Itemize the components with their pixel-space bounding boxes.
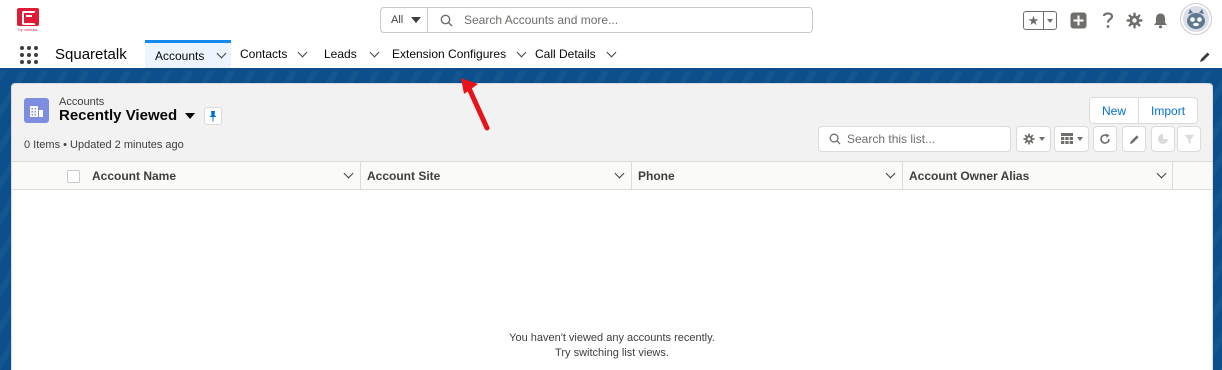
caret-down-icon[interactable] [185, 112, 196, 119]
logo-mark-icon [17, 8, 39, 26]
table-icon [1060, 133, 1073, 144]
caret-down-icon [1076, 137, 1083, 141]
list-status-text: 0 Items • Updated 2 minutes ago [24, 139, 184, 151]
empty-state-message: You haven't viewed any accounts recently… [12, 331, 1212, 361]
chevron-down-icon[interactable] [216, 48, 227, 59]
tab-accounts[interactable]: Accounts [145, 40, 231, 68]
empty-state-line-1: You haven't viewed any accounts recently… [509, 332, 715, 344]
column-account-owner-alias[interactable]: Account Owner Alias [902, 162, 1173, 189]
column-actions [1172, 162, 1212, 189]
search-icon [829, 133, 841, 145]
search-input[interactable]: Search Accounts and more... [464, 8, 618, 32]
tab-leads[interactable]: Leads [324, 40, 380, 68]
tab-call-details[interactable]: Call Details [535, 40, 617, 68]
tab-contacts[interactable]: Contacts [240, 40, 308, 68]
search-scope-label: All [391, 14, 404, 26]
column-label: Account Site [367, 168, 441, 183]
empty-state-line-2: Try switching list views. [555, 347, 669, 359]
column-label: Account Owner Alias [909, 168, 1030, 183]
table-header: Account Name Account Site Phone Account … [12, 162, 1212, 190]
column-label: Phone [638, 168, 675, 183]
tab-label: Leads [324, 47, 357, 61]
favorites-button[interactable]: ★ [1023, 11, 1057, 30]
charts-button[interactable] [1151, 126, 1175, 152]
list-actions: New Import [1089, 97, 1199, 124]
list-search-placeholder: Search this list... [847, 132, 936, 146]
chevron-down-icon[interactable] [1156, 168, 1167, 179]
user-avatar[interactable] [1181, 4, 1211, 34]
tab-extension-configures[interactable]: Extension Configures [392, 40, 527, 68]
chevron-down-icon[interactable] [885, 168, 896, 179]
tab-label: Contacts [240, 47, 288, 61]
notifications-bell-icon[interactable] [1151, 11, 1169, 29]
account-object-icon [24, 98, 49, 123]
annotation-arrow-icon [461, 78, 490, 131]
column-phone[interactable]: Phone [631, 162, 902, 189]
chevron-down-icon[interactable] [614, 168, 625, 179]
refresh-button[interactable] [1093, 126, 1117, 152]
app-name: Squaretalk [55, 46, 127, 63]
global-header: by ameba All Search Accounts and more...… [0, 0, 1222, 40]
tab-label: Accounts [155, 48, 205, 63]
list-search-input[interactable]: Search this list... [818, 126, 1011, 152]
chevron-down-icon[interactable] [516, 47, 527, 57]
list-view-header: Accounts Recently Viewed 0 Items • Updat… [12, 84, 1212, 162]
caret-down-icon [411, 17, 422, 23]
pencil-icon [1129, 134, 1139, 144]
column-account-name[interactable]: Account Name [86, 162, 360, 189]
column-label: Account Name [92, 168, 177, 183]
search-scope-dropdown[interactable]: All [381, 8, 428, 32]
list-view-selector[interactable]: Recently Viewed [59, 107, 196, 124]
import-button[interactable]: Import [1138, 98, 1197, 123]
tab-label: Call Details [535, 47, 596, 61]
select-all-checkbox[interactable] [67, 170, 80, 183]
help-icon[interactable] [1099, 11, 1117, 29]
global-search: All Search Accounts and more... [380, 7, 813, 33]
pin-icon [209, 111, 217, 122]
refresh-icon [1100, 133, 1110, 144]
list-view-title: Recently Viewed [59, 107, 178, 124]
app-logo[interactable]: by ameba [17, 8, 39, 32]
favorites-dropdown[interactable] [1044, 12, 1056, 29]
pin-list-view-button[interactable] [204, 107, 222, 125]
display-as-table-button[interactable] [1054, 126, 1089, 152]
search-icon [428, 8, 464, 32]
caret-down-icon [1038, 137, 1045, 141]
app-launcher-icon[interactable] [20, 46, 38, 64]
star-icon[interactable]: ★ [1024, 12, 1044, 29]
logo-subtext: by ameba [18, 27, 38, 32]
filter-icon [1183, 134, 1195, 144]
gear-icon [1022, 133, 1035, 145]
inline-edit-button[interactable] [1122, 126, 1146, 152]
global-actions-icon[interactable] [1069, 11, 1087, 29]
edit-nav-pencil-icon[interactable] [1199, 50, 1211, 68]
list-view-controls-gear-button[interactable] [1016, 126, 1051, 152]
chevron-down-icon[interactable] [369, 47, 380, 57]
setup-gear-icon[interactable] [1125, 11, 1143, 29]
chevron-down-icon[interactable] [343, 168, 354, 179]
tab-label: Extension Configures [392, 47, 507, 61]
list-view-card: Accounts Recently Viewed 0 Items • Updat… [11, 83, 1213, 370]
caret-down-icon [1047, 18, 1053, 23]
filters-button[interactable] [1177, 126, 1201, 152]
new-button[interactable]: New [1090, 98, 1138, 123]
chevron-down-icon[interactable] [297, 47, 308, 57]
chevron-down-icon[interactable] [606, 47, 617, 57]
column-account-site[interactable]: Account Site [360, 162, 631, 189]
pie-chart-icon [1158, 134, 1168, 144]
navigation-bar: Squaretalk Accounts Contacts Leads Exten… [0, 40, 1222, 71]
